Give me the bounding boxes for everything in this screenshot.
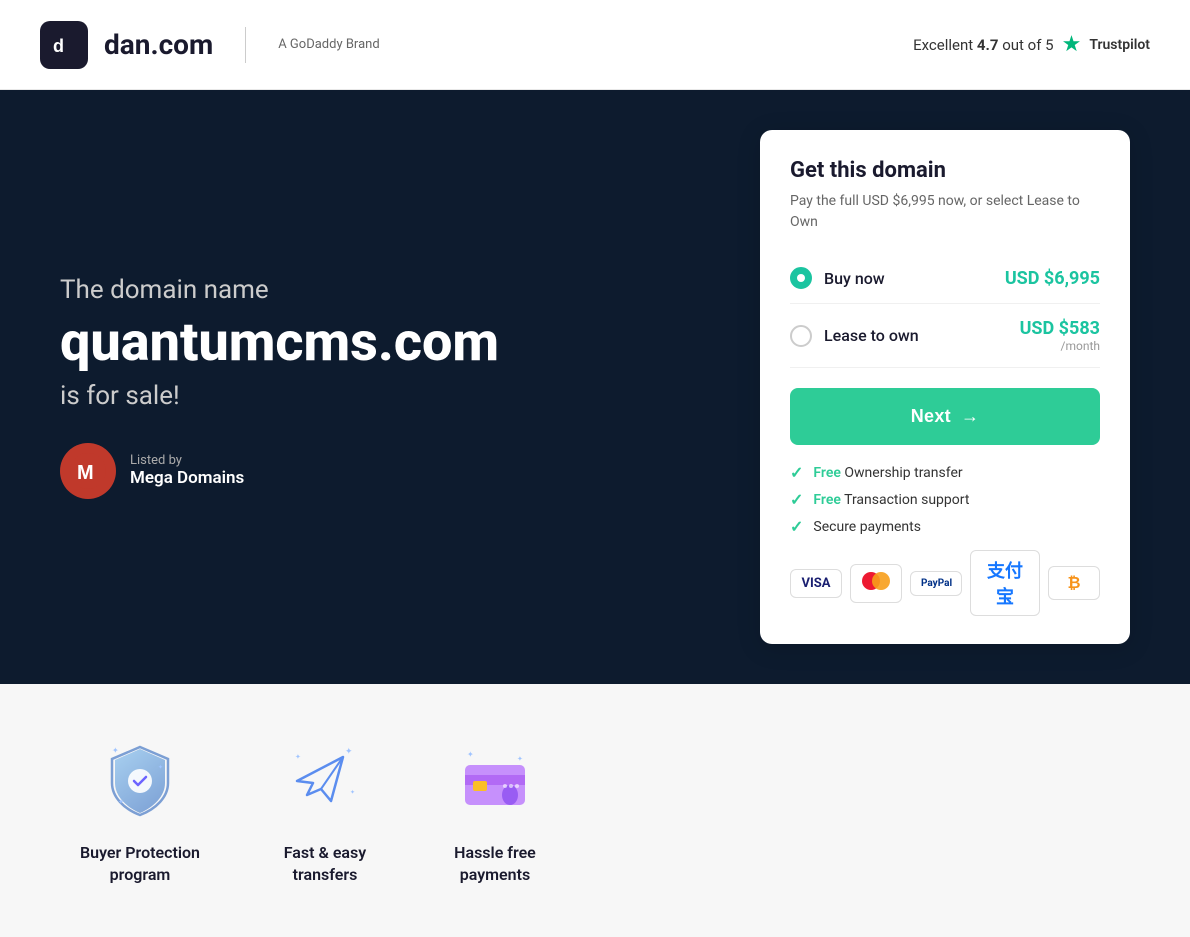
hero-subtitle: The domain name [60,275,720,305]
logo-divider [245,27,246,63]
buy-now-option[interactable]: Buy now USD $6,995 [790,253,1100,304]
lease-period: /month [1020,339,1100,353]
svg-text:d: d [53,36,64,56]
feature-fast-easy: ✦ ✦ ✦ Fast & easytransfers [280,734,370,887]
lister-logo-icon: M [60,443,116,499]
buy-now-price: USD $6,995 [1005,268,1100,289]
svg-text:M: M [77,462,94,484]
card-title: Get this domain [790,158,1100,183]
lister-label: Listed by [130,453,244,468]
alipay-icon: 支付宝 [970,550,1040,616]
lease-radio[interactable] [790,325,812,347]
mastercard-icon [850,564,902,603]
svg-text:✦: ✦ [467,750,474,759]
fast-easy-title: Fast & easytransfers [284,842,366,887]
benefit-transaction: ✓ Free Transaction support [790,490,1100,509]
hassle-free-title: Hassle freepayments [454,842,536,887]
lease-price-wrap: USD $583 /month [1020,318,1100,353]
listed-by-row: M Listed by Mega Domains [60,443,720,499]
purchase-card: Get this domain Pay the full USD $6,995 … [760,130,1130,644]
benefit-ownership: ✓ Free Ownership transfer [790,463,1100,482]
svg-text:✦: ✦ [118,798,124,806]
check-icon-1: ✓ [790,463,803,482]
benefit-secure: ✓ Secure payments [790,517,1100,536]
next-label: Next [911,406,951,427]
check-icon-2: ✓ [790,490,803,509]
trustpilot-brand: Trustpilot [1089,37,1150,53]
bitcoin-icon: ₿ [1048,566,1100,600]
trustpilot-rating: Excellent 4.7 out of 5 [913,36,1053,54]
hero-content: The domain name quantumcms.com is for sa… [60,275,720,498]
logo-area: d dan.com A GoDaddy Brand [40,21,380,69]
benefit1-free: Free Ownership transfer [813,465,962,481]
lease-price: USD $583 [1020,318,1100,339]
buy-now-radio[interactable] [790,267,812,289]
buyer-protection-title: Buyer Protectionprogram [80,842,200,887]
lease-label: Lease to own [824,326,919,345]
trustpilot-star-icon: ★ [1062,32,1082,57]
benefit2-free: Free Transaction support [813,492,969,508]
svg-text:✦: ✦ [350,789,355,796]
hero-section: The domain name quantumcms.com is for sa… [0,90,1190,684]
hero-forsale: is for sale! [60,381,720,411]
visa-icon: VISA [790,569,842,598]
svg-text:✦: ✦ [158,764,163,771]
svg-text:✦: ✦ [345,747,353,757]
hero-domain: quantumcms.com [60,313,720,372]
shield-icon-wrap: ✦ ✦ ✦ [95,734,185,824]
plane-icon-wrap: ✦ ✦ ✦ [280,734,370,824]
benefits-list: ✓ Free Ownership transfer ✓ Free Transac… [790,463,1100,536]
arrow-right-icon: → [961,406,979,427]
dan-logo-icon: d [40,21,88,69]
buy-now-label: Buy now [824,269,885,288]
godaddy-label: A GoDaddy Brand [278,37,379,52]
feature-buyer-protection: ✦ ✦ ✦ Buyer Protectionprogram [80,734,200,887]
payment-icons-row: VISA PayPal 支付宝 ₿ [790,550,1100,616]
svg-text:✦: ✦ [112,746,119,755]
creditcard-icon-wrap: ✦ ✦ [450,734,540,824]
lease-option[interactable]: Lease to own USD $583 /month [790,304,1100,368]
dan-logo-text: dan.com [104,28,213,61]
paypal-icon: PayPal [910,571,962,596]
feature-hassle-free: ✦ ✦ Hassle freepayments [450,734,540,887]
trustpilot-area: Excellent 4.7 out of 5 ★ Trustpilot [913,32,1150,57]
buy-now-left: Buy now [790,267,885,289]
check-icon-3: ✓ [790,517,803,536]
lister-info: Listed by Mega Domains [130,453,244,488]
lease-left: Lease to own [790,325,919,347]
site-header: d dan.com A GoDaddy Brand Excellent 4.7 … [0,0,1190,90]
card-subtitle: Pay the full USD $6,995 now, or select L… [790,191,1100,233]
benefit3-text: Secure payments [813,519,921,535]
svg-text:✦: ✦ [517,755,523,763]
lister-name: Mega Domains [130,468,244,488]
next-button[interactable]: Next → [790,388,1100,445]
svg-text:✦: ✦ [295,753,301,761]
features-section: ✦ ✦ ✦ Buyer Protectionprogram ✦ [0,684,1190,937]
